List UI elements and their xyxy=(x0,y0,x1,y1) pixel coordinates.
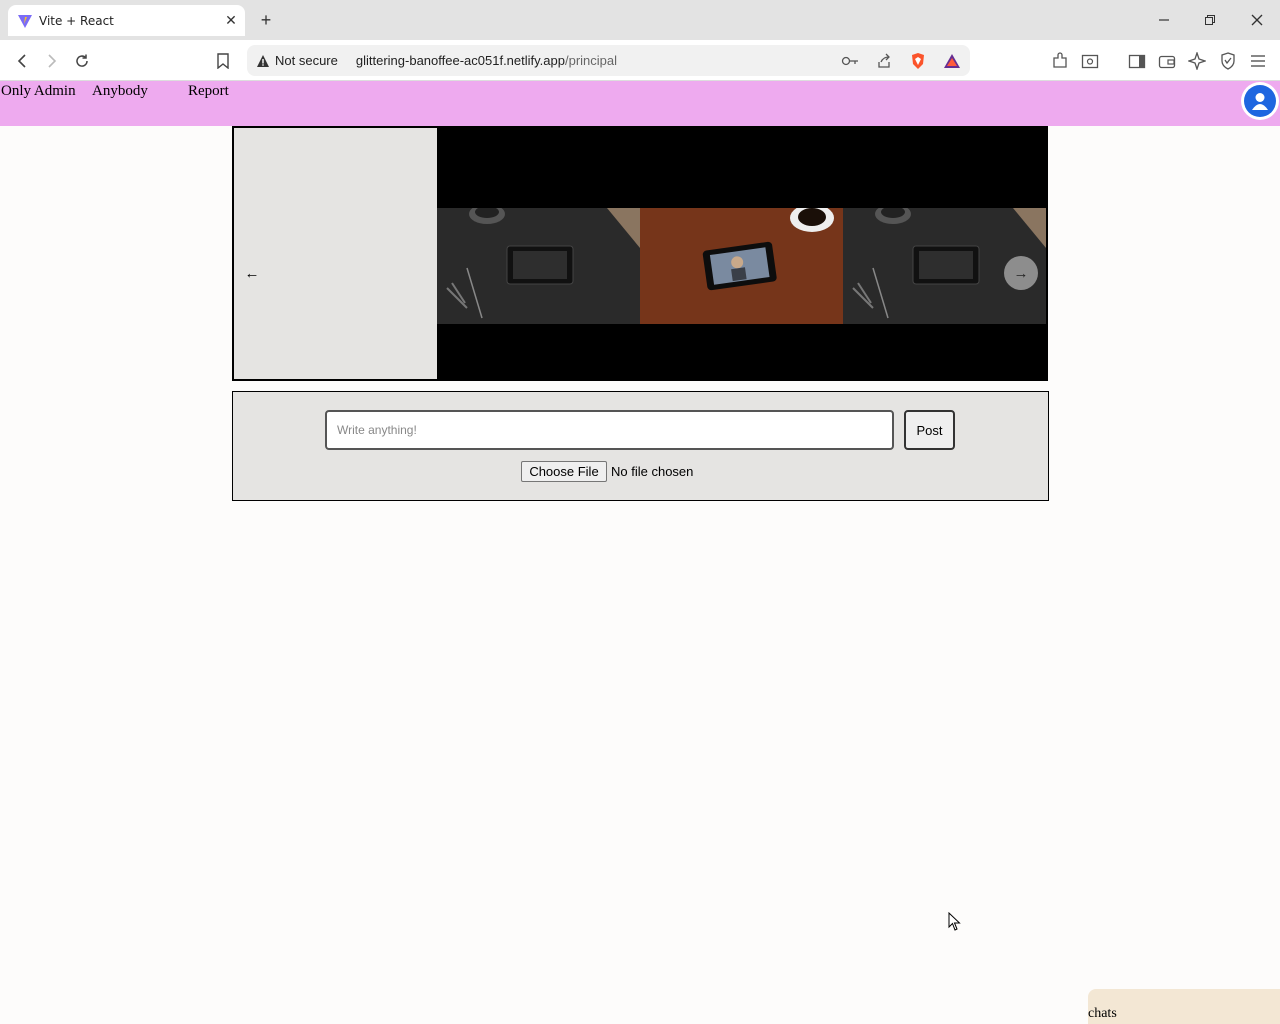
close-window-icon[interactable] xyxy=(1245,8,1269,32)
browser-toolbar: Not secure glittering-banoffee-ac051f.ne… xyxy=(0,40,1280,81)
url-path: /principal xyxy=(564,53,618,68)
avatar[interactable] xyxy=(1241,82,1279,120)
url-host: glittering-banoffee-ac051f.netlify.app xyxy=(355,53,565,68)
tab-title: Vite + React xyxy=(39,13,114,28)
file-status: No file chosen xyxy=(611,464,694,479)
warning-icon xyxy=(257,54,269,67)
tab-close-icon[interactable]: ✕ xyxy=(223,12,239,29)
minimize-icon[interactable] xyxy=(1152,8,1176,32)
nav-link-only-admin[interactable]: Only Admin xyxy=(1,83,76,100)
vpn-icon[interactable] xyxy=(1216,49,1240,73)
share-icon[interactable] xyxy=(872,49,896,73)
carousel-empty-slide xyxy=(234,128,437,379)
address-bar[interactable]: Not secure glittering-banoffee-ac051f.ne… xyxy=(247,45,970,76)
carousel-next-button[interactable]: → xyxy=(1004,256,1038,290)
wallet-icon[interactable] xyxy=(1155,49,1179,73)
image-carousel: ← → xyxy=(232,126,1048,381)
brave-rewards-icon[interactable] xyxy=(940,49,964,73)
carousel-slide-image xyxy=(437,208,640,324)
reload-icon[interactable] xyxy=(70,49,94,73)
bookmark-icon[interactable] xyxy=(211,49,235,73)
chats-label: chats xyxy=(1088,1006,1117,1021)
user-icon xyxy=(1244,85,1276,117)
choose-file-button[interactable]: Choose File xyxy=(521,461,607,482)
security-label[interactable]: Not secure xyxy=(275,53,338,68)
nav-link-report[interactable]: Report xyxy=(188,83,229,100)
new-tab-icon[interactable]: + xyxy=(256,10,276,30)
tab-search-icon[interactable] xyxy=(1078,49,1102,73)
back-icon[interactable] xyxy=(10,49,34,73)
leo-ai-icon[interactable] xyxy=(1185,49,1209,73)
mouse-cursor-icon xyxy=(948,912,961,931)
menu-icon[interactable] xyxy=(1246,49,1270,73)
chats-panel[interactable]: chats xyxy=(1088,989,1280,1024)
vite-logo-icon xyxy=(18,14,32,28)
app-navbar: Only Admin Anybody Report xyxy=(0,81,1280,126)
brave-shield-icon[interactable] xyxy=(906,49,930,73)
browser-tab-strip: Vite + React ✕ + xyxy=(0,0,1280,40)
nav-link-anybody[interactable]: Anybody xyxy=(92,83,148,100)
browser-tab[interactable]: Vite + React ✕ xyxy=(8,5,245,36)
post-composer: Post Choose File No file chosen xyxy=(232,391,1049,501)
carousel-slide-image xyxy=(640,208,843,324)
restore-icon[interactable] xyxy=(1198,8,1222,32)
extensions-icon[interactable] xyxy=(1048,49,1072,73)
carousel-prev-button[interactable]: ← xyxy=(235,256,269,290)
forward-icon[interactable] xyxy=(40,49,64,73)
post-button[interactable]: Post xyxy=(904,410,955,450)
post-input[interactable] xyxy=(325,410,894,450)
sidebar-icon[interactable] xyxy=(1125,49,1149,73)
key-icon[interactable] xyxy=(838,49,862,73)
